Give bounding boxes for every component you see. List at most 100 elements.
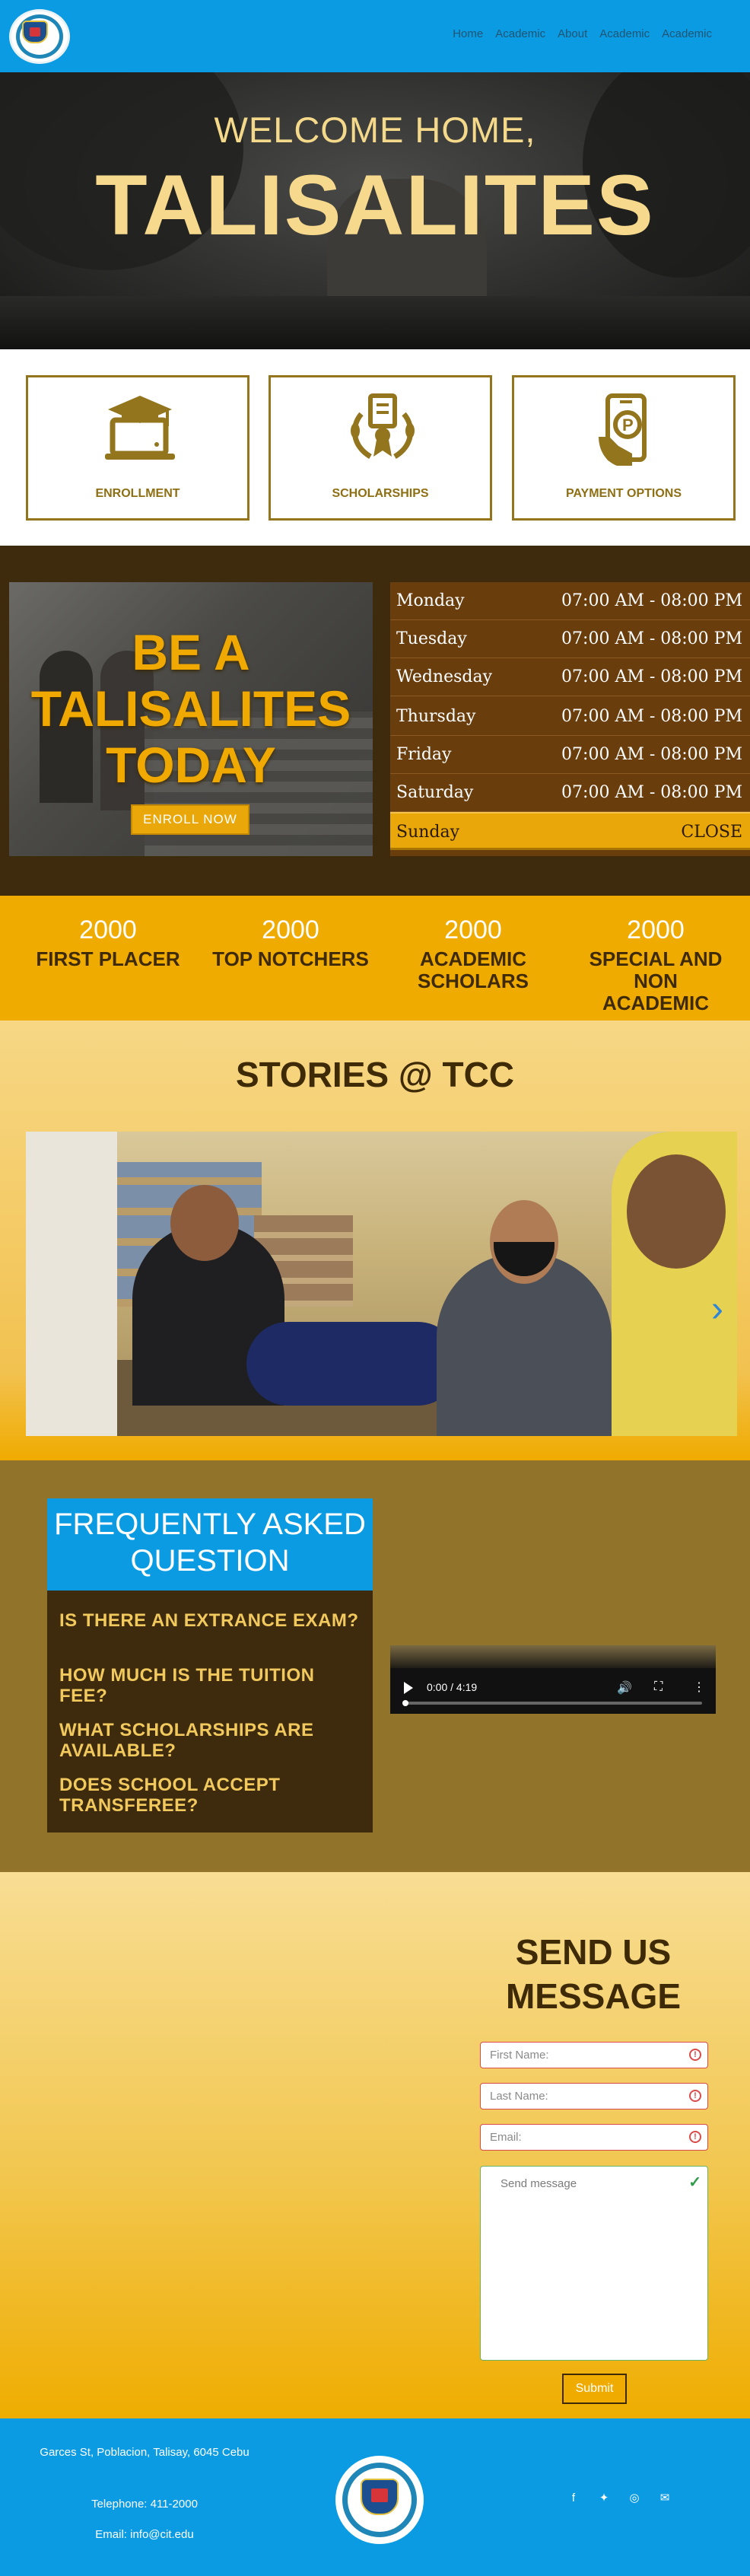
- payment-options-label: PAYMENT OPTIONS: [565, 487, 682, 500]
- stat-number: 2000: [627, 915, 685, 944]
- faq-question[interactable]: HOW MUCH IS THE TUITION FEE?: [59, 1665, 364, 1706]
- promo-line-3: TODAY: [106, 737, 276, 793]
- schedule-day: Saturday: [396, 783, 474, 802]
- scholarships-card[interactable]: SCHOLARSHIPS: [269, 375, 492, 521]
- mail-icon[interactable]: ✉: [657, 2491, 672, 2506]
- stat-label: SPECIAL AND NON ACADEMIC: [589, 947, 723, 1014]
- schedule-time: 07:00 AM - 08:00 PM: [561, 591, 742, 610]
- faq-question[interactable]: IS THERE AN EXTRANCE EXAM?: [59, 1610, 364, 1631]
- email-field: !: [480, 2124, 708, 2151]
- nav-link-home[interactable]: Home: [453, 27, 483, 40]
- more-options-icon[interactable]: ⋮: [693, 1680, 705, 1695]
- volume-icon[interactable]: 🔊: [617, 1680, 632, 1696]
- checkmark-icon: ✓: [688, 2174, 701, 2191]
- play-icon[interactable]: [404, 1682, 413, 1694]
- footer-logo-shield-icon: [361, 2479, 399, 2515]
- schedule-time: CLOSE: [681, 823, 742, 842]
- certificate-laurel-icon: [351, 393, 415, 460]
- contact-title: SEND US MESSAGE: [505, 1932, 682, 2016]
- nav-link-academic-3[interactable]: Academic: [662, 27, 712, 40]
- schedule-time: 07:00 AM - 08:00 PM: [561, 629, 742, 648]
- first-name-field: !: [480, 2042, 708, 2068]
- social-links: f ✦ ◎ ✉: [566, 2491, 672, 2506]
- stat-academic-scholars: 2000 ACADEMIC SCHOLARS: [386, 915, 561, 992]
- school-logo[interactable]: [9, 9, 70, 64]
- video-player[interactable]: 0:00 / 4:19 🔊 ⛶ ⋮: [390, 1645, 716, 1714]
- enrollment-label: ENROLLMENT: [95, 487, 180, 500]
- schedule-time: 07:00 AM - 08:00 PM: [561, 745, 742, 764]
- schedule-row: Saturday 07:00 AM - 08:00 PM: [390, 774, 750, 812]
- fullscreen-icon[interactable]: ⛶: [654, 1680, 663, 1694]
- graduation-laptop-icon: [105, 396, 175, 460]
- services-section: ENROLLMENT SCHOLARSHIPS P PAYMENT OPTION…: [0, 349, 750, 546]
- schedule-day: Thursday: [396, 707, 476, 726]
- last-name-input[interactable]: [481, 2084, 686, 2109]
- hero-steps: [0, 296, 750, 349]
- nav-link-about[interactable]: About: [558, 27, 587, 40]
- video-progress-track[interactable]: [404, 1702, 702, 1705]
- email-input[interactable]: [481, 2125, 686, 2150]
- footer-address: Garces St, Poblacion, Talisay, 6045 Cebu: [40, 2446, 249, 2459]
- first-name-input[interactable]: [481, 2043, 686, 2068]
- stories-carousel-photo[interactable]: ›: [26, 1132, 737, 1436]
- mobile-payment-icon: P: [599, 393, 647, 466]
- nav-link-academic-2[interactable]: Academic: [599, 27, 650, 40]
- schedule-row: Monday 07:00 AM - 08:00 PM: [390, 582, 750, 620]
- schedule-day: Monday: [396, 591, 465, 610]
- contact-section: SEND US MESSAGE ! ! ! ✓ Submit: [0, 1872, 750, 2418]
- message-textarea[interactable]: [481, 2167, 686, 2357]
- enroll-promo-banner: BE A TALISALITES TODAY ENROLL NOW: [9, 582, 373, 856]
- stat-number: 2000: [444, 915, 502, 944]
- photo-student-right-head: [627, 1154, 726, 1269]
- schedule-day: Sunday: [396, 823, 460, 842]
- scholarships-label: SCHOLARSHIPS: [332, 487, 429, 500]
- schedule-row: Tuesday 07:00 AM - 08:00 PM: [390, 620, 750, 658]
- stories-title: STORIES @ TCC: [235, 1055, 515, 1094]
- payment-options-card[interactable]: P PAYMENT OPTIONS: [512, 375, 736, 521]
- submit-button[interactable]: Submit: [562, 2374, 627, 2404]
- schedule-row-closed: Sunday CLOSE: [390, 812, 750, 850]
- stat-special-non-academic: 2000 SPECIAL AND NON ACADEMIC: [568, 915, 743, 1014]
- footer-email[interactable]: Email: info@cit.edu: [38, 2528, 251, 2541]
- footer-school-logo: [335, 2456, 424, 2544]
- photo-student-center-head: [170, 1185, 239, 1261]
- footer-telephone: Telephone: 411-2000: [91, 2498, 198, 2511]
- video-progress-knob[interactable]: [402, 1700, 408, 1706]
- stat-top-notchers: 2000 TOP NOTCHERS: [203, 915, 378, 970]
- enrollment-card[interactable]: ENROLLMENT: [26, 375, 249, 521]
- schedule-day: Tuesday: [396, 629, 467, 648]
- carousel-next-icon[interactable]: ›: [711, 1291, 723, 1328]
- twitter-icon[interactable]: ✦: [596, 2491, 612, 2506]
- instagram-icon[interactable]: ◎: [627, 2491, 642, 2506]
- faq-title: FREQUENTLY ASKED QUESTION: [47, 1498, 373, 1590]
- office-hours-section: BE A TALISALITES TODAY ENROLL NOW Monday…: [0, 546, 750, 896]
- stat-number: 2000: [79, 915, 137, 944]
- photo-backpack: [246, 1322, 459, 1406]
- footer: Garces St, Poblacion, Talisay, 6045 Cebu…: [0, 2418, 750, 2576]
- enroll-now-button[interactable]: ENROLL NOW: [131, 804, 249, 835]
- faq-question[interactable]: WHAT SCHOLARSHIPS ARE AVAILABLE?: [59, 1720, 364, 1761]
- schedule-table: Monday 07:00 AM - 08:00 PM Tuesday 07:00…: [390, 582, 750, 856]
- promo-line-1: BE A: [132, 624, 250, 680]
- stats-section: 2000 FIRST PLACER 2000 TOP NOTCHERS 2000…: [0, 896, 750, 1021]
- stories-section: STORIES @ TCC ›: [0, 1021, 750, 1460]
- logo-shield-icon: [22, 21, 48, 43]
- error-icon: !: [689, 2049, 701, 2061]
- schedule-row: Friday 07:00 AM - 08:00 PM: [390, 736, 750, 774]
- error-icon: !: [689, 2131, 701, 2143]
- schedule-time: 07:00 AM - 08:00 PM: [561, 707, 742, 726]
- faq-list: IS THERE AN EXTRANCE EXAM? HOW MUCH IS T…: [47, 1590, 373, 1832]
- stat-label: ACADEMIC SCHOLARS: [418, 947, 529, 992]
- faq-question[interactable]: DOES SCHOOL ACCEPT TRANSFEREE?: [59, 1775, 364, 1816]
- facebook-icon[interactable]: f: [566, 2491, 581, 2506]
- schedule-row: Thursday 07:00 AM - 08:00 PM: [390, 698, 750, 736]
- nav-links: Home Academic About Academic Academic: [453, 27, 712, 40]
- stat-label: FIRST PLACER: [36, 947, 180, 970]
- nav-link-academic[interactable]: Academic: [495, 27, 545, 40]
- schedule-time: 07:00 AM - 08:00 PM: [561, 667, 742, 686]
- promo-line-2: TALISALITES: [30, 680, 351, 737]
- hero-subtitle: WELCOME HOME,: [214, 110, 536, 150]
- stat-first-placer: 2000 FIRST PLACER: [21, 915, 195, 970]
- video-time: 0:00 / 4:19: [427, 1681, 478, 1693]
- photo-student-left: [26, 1132, 117, 1436]
